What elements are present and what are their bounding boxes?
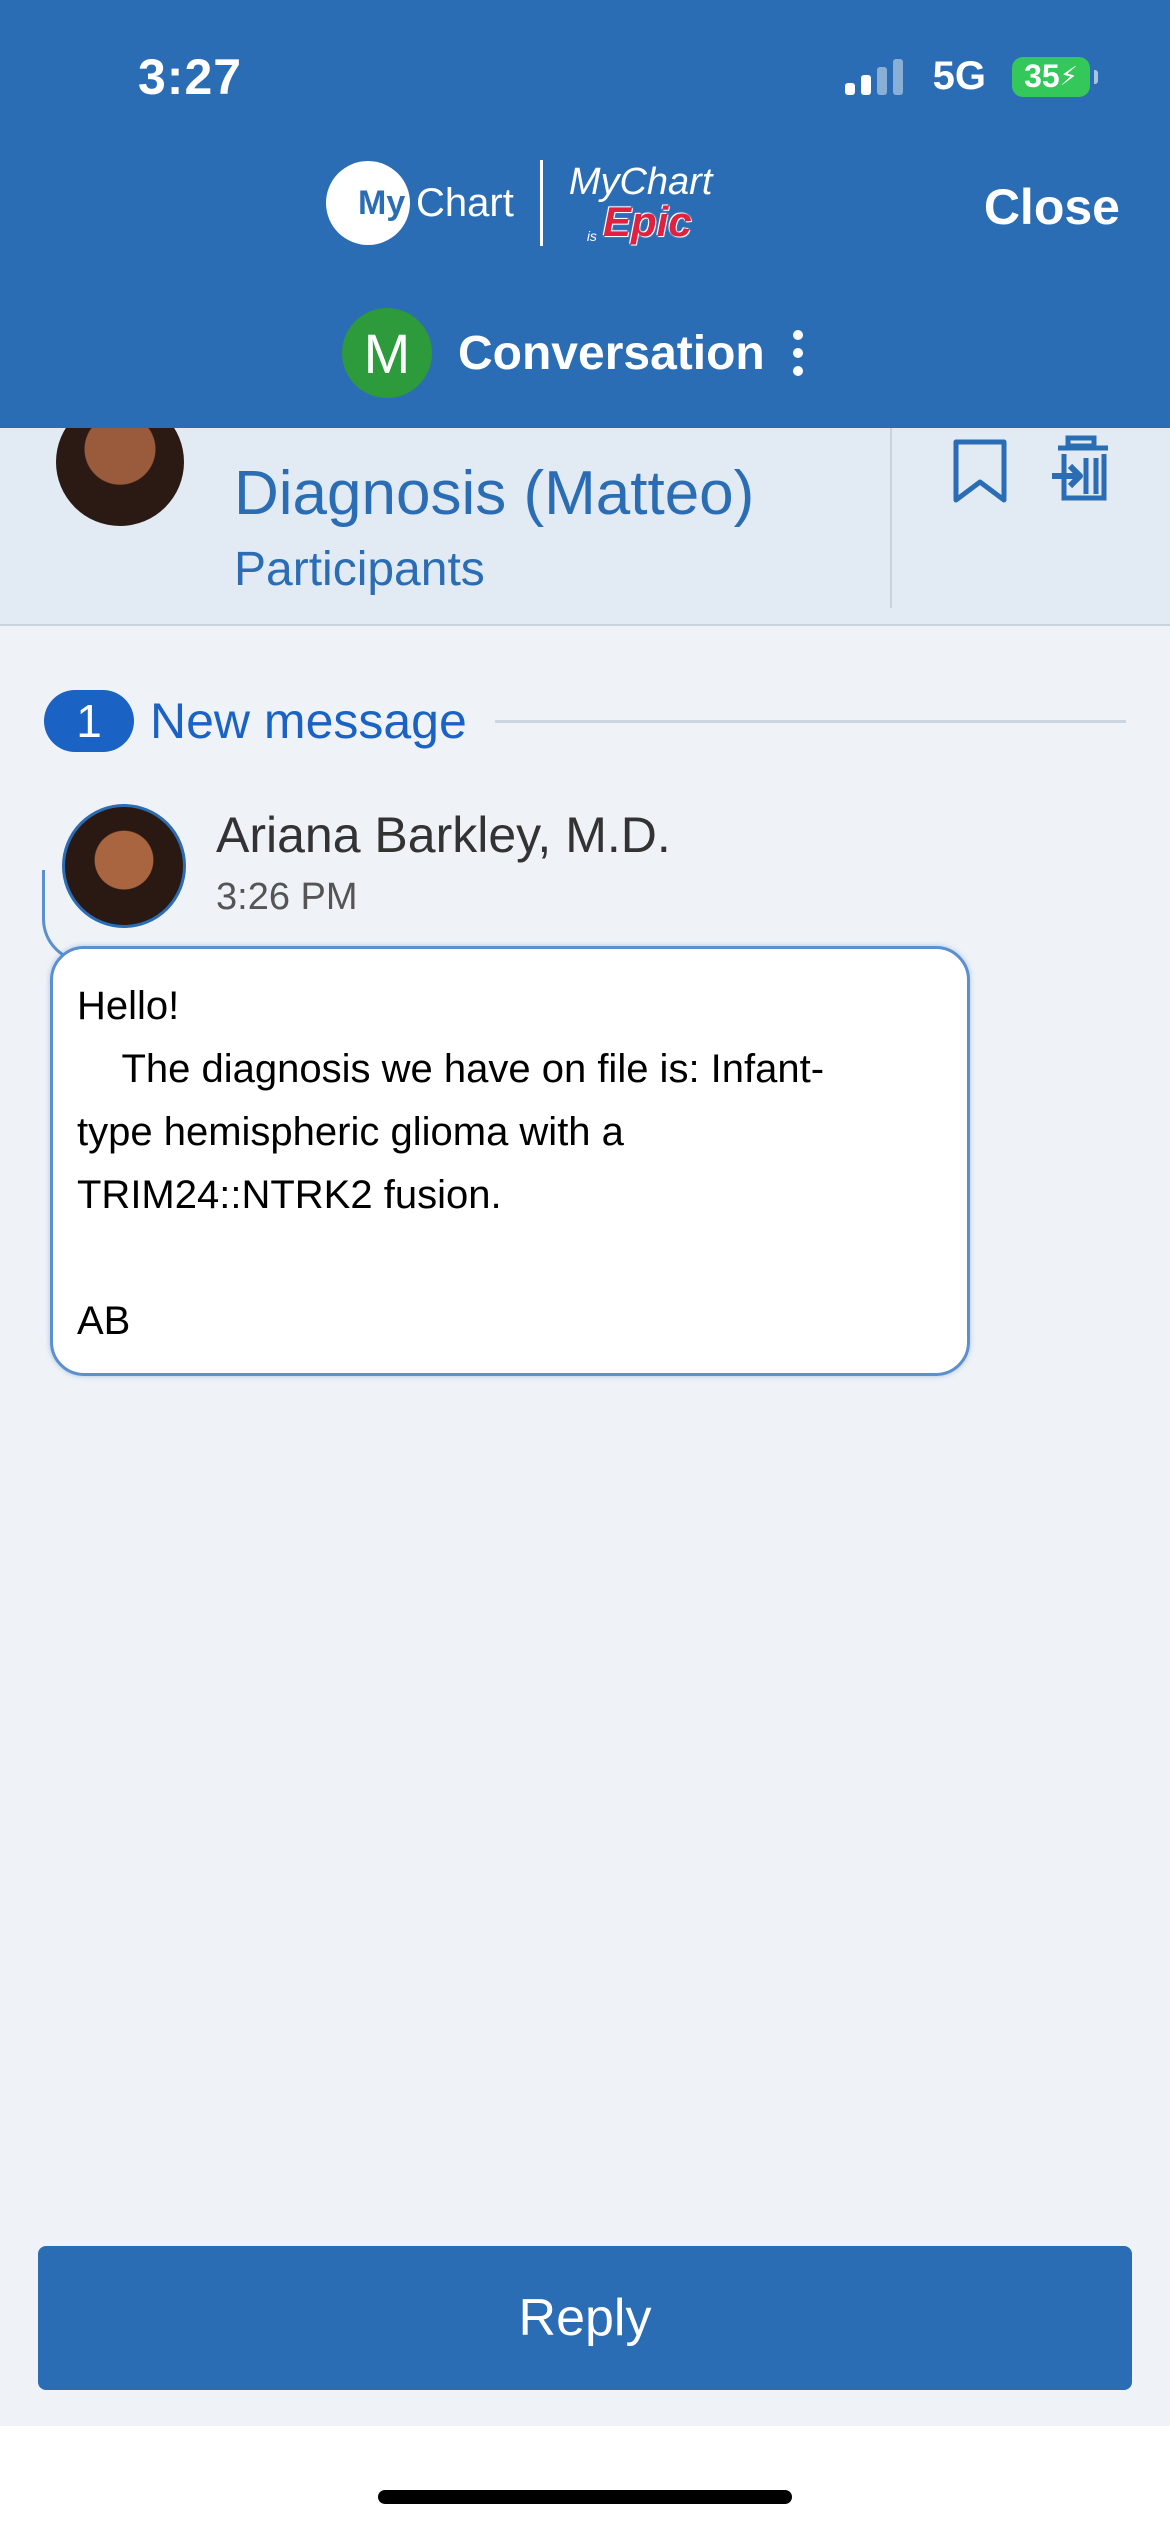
message-bubble: Hello! The diagnosis we have on file is:… <box>50 946 970 1376</box>
home-indicator[interactable] <box>378 2490 792 2504</box>
new-message-label: New message <box>150 693 467 749</box>
status-time: 3:27 <box>138 49 243 105</box>
mychart-logo-circle: My <box>326 161 410 245</box>
mychart-logo-text: Chart <box>416 180 514 225</box>
reply-button[interactable]: Reply <box>38 2246 1132 2390</box>
message-line <box>77 1227 943 1290</box>
epic-logo: MyChart is Epic <box>568 161 713 245</box>
status-indicators: 5G 35 ⚡ <box>844 54 1098 99</box>
battery-icon: 35 ⚡ <box>1012 56 1098 97</box>
sender-name: Ariana Barkley, M.D. <box>216 807 671 863</box>
mychart-logo: My Chart MyChart is Epic <box>326 160 712 246</box>
bottom-safe-area <box>0 2426 1170 2532</box>
conversation-title-row: M Conversation <box>342 308 803 398</box>
message-line: type hemispheric glioma with a <box>77 1110 624 1154</box>
subject-title: Diagnosis (Matteo) <box>234 459 755 528</box>
app-header: 3:27 5G 35 ⚡ My Chart MyChart is Epic Clo… <box>0 0 1170 428</box>
message-timestamp: 3:26 PM <box>216 876 358 918</box>
conversation-subject: Diagnosis (Matteo) Participants <box>0 398 1170 626</box>
new-message-divider: 1 New message <box>44 690 1126 752</box>
bookmark-icon[interactable] <box>950 438 1010 509</box>
message-line: TRIM24::NTRK2 fusion. <box>77 1173 502 1217</box>
signal-icon <box>844 58 903 95</box>
logo-divider <box>539 160 543 246</box>
more-options-icon[interactable] <box>792 330 803 376</box>
battery-level: 35 <box>1024 58 1060 94</box>
new-message-count-badge: 1 <box>44 690 134 752</box>
participants-link[interactable]: Participants <box>234 542 485 597</box>
network-label: 5G <box>932 54 986 98</box>
close-button[interactable]: Close <box>984 178 1120 236</box>
message-line: The diagnosis we have on file is: Infant… <box>77 1047 825 1091</box>
page-title: Conversation <box>458 326 765 380</box>
message-line: AB <box>77 1299 131 1343</box>
message-line: Hello! <box>77 984 180 1028</box>
subject-divider <box>890 428 892 608</box>
sender-avatar <box>62 804 186 928</box>
archive-trash-icon[interactable] <box>1050 434 1116 509</box>
patient-avatar[interactable]: M <box>342 308 432 398</box>
